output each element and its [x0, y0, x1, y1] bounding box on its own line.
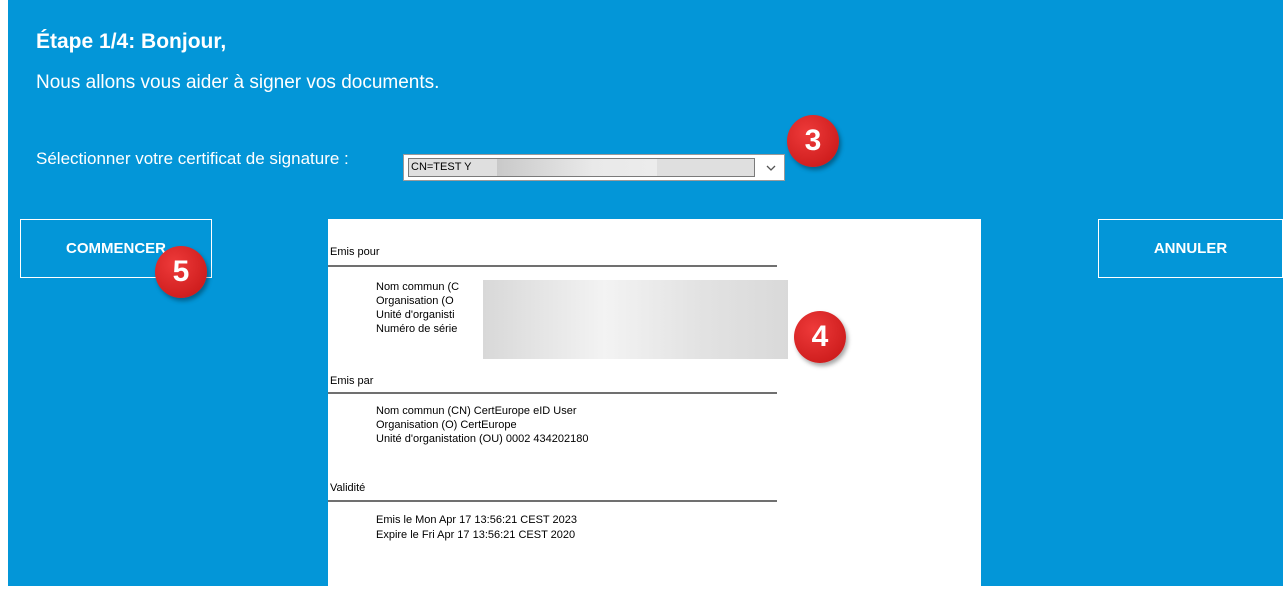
issued-for-line: Nom commun (C	[376, 281, 460, 293]
divider	[328, 265, 777, 267]
annotation-badge-4: 4	[794, 311, 846, 363]
certificate-label: Sélectionner votre certificat de signatu…	[36, 149, 349, 168]
intro-text: Nous allons vous aider à signer vos docu…	[36, 72, 440, 93]
redaction-mask	[483, 280, 788, 359]
validity-title: Validité	[330, 482, 366, 494]
certificate-select[interactable]: CN=TEST Y	[403, 154, 785, 181]
validity-line: Expire le Fri Apr 17 13:56:21 CEST 2020	[376, 529, 576, 541]
divider	[328, 500, 777, 502]
issued-by-line: Organisation (O) CertEurope	[376, 419, 517, 431]
issued-by-line: Unité d'organistation (OU) 0002 43420218…	[376, 433, 589, 445]
certificate-value-text: CN=TEST Y	[411, 161, 472, 173]
redaction-mask	[497, 159, 657, 176]
cancel-button[interactable]: ANNULER	[1098, 219, 1283, 278]
issued-for-line: Unité d'organisti	[376, 309, 455, 321]
issued-for-line: Numéro de série	[376, 323, 458, 335]
issued-for-title: Emis pour	[330, 246, 380, 258]
certificate-details-panel: Emis pour Nom commun (C Organisation (O …	[328, 219, 981, 586]
validity-line: Emis le Mon Apr 17 13:56:21 CEST 2023	[376, 514, 577, 526]
divider	[328, 392, 777, 394]
issued-for-line: Organisation (O	[376, 295, 454, 307]
issued-by-title: Emis par	[330, 375, 374, 387]
issued-by-line: Nom commun (CN) CertEurope eID User	[376, 405, 577, 417]
annotation-badge-3: 3	[787, 115, 839, 167]
certificate-select-value: CN=TEST Y	[408, 158, 755, 177]
annotation-badge-5: 5	[155, 246, 207, 298]
chevron-down-icon[interactable]	[764, 161, 778, 175]
step-title: Étape 1/4: Bonjour,	[36, 30, 227, 53]
